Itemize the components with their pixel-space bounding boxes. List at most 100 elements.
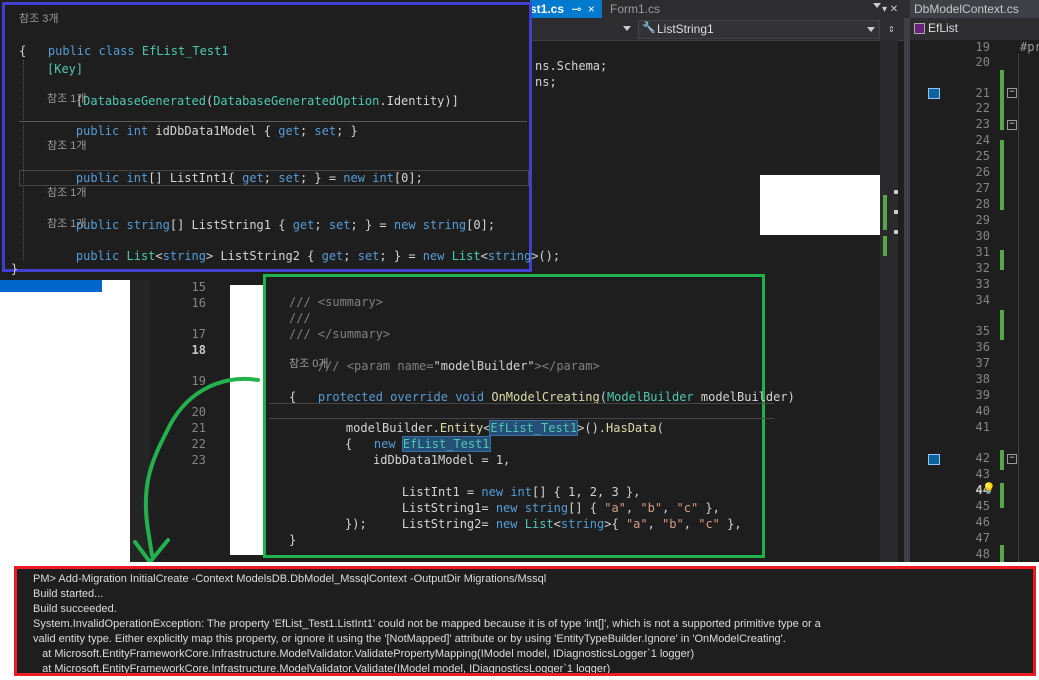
property-liststring2: public List<string> ListString2 { get; s… (75, 249, 561, 263)
code-text: }, (719, 517, 742, 531)
console-output-line: Build succeeded. (33, 603, 117, 615)
separator-line (19, 121, 527, 122)
keyword-public: public (75, 124, 120, 138)
close-brace: } (11, 262, 19, 276)
window-buttons: ▾ ✕ (882, 4, 899, 15)
punct: { (256, 124, 279, 138)
right-line-number: 33 (975, 277, 990, 291)
object-open-brace: { (345, 437, 353, 451)
codelens-references-1[interactable]: 참조 1개 (47, 216, 87, 232)
right-line-number: 19 (975, 40, 990, 54)
code-text: [] ListString1 { (169, 218, 293, 232)
tab-dropdown-icon[interactable] (873, 3, 881, 8)
method-close-brace: } (289, 533, 297, 547)
tab-form1-label: Form1.cs (610, 2, 661, 16)
arrow-stroke (143, 377, 260, 557)
type-string: string (126, 218, 170, 232)
right-line-number: 23 (975, 117, 990, 131)
lightbulb-icon[interactable]: 💡 (982, 482, 996, 495)
string-literal: "c" (698, 517, 720, 531)
codelens-references-3[interactable]: 참조 3개 (19, 11, 59, 27)
line-number: 17 (191, 327, 206, 341)
console-command-line: PM> Add-Migration InitialCreate -Context… (33, 573, 547, 585)
code-text: [0]; (466, 218, 496, 232)
right-line-number: 34 (975, 293, 990, 307)
keyword-set: set (357, 249, 380, 263)
keyword-public: public (75, 249, 120, 263)
codelens-references-1[interactable]: 참조 1개 (47, 185, 87, 201)
close-icon[interactable]: × (588, 2, 595, 16)
class-definition-callout: 참조 3개 public class EfList_Test1 { [Key] … (2, 2, 560, 276)
codelens-icon[interactable] (928, 88, 940, 99)
nav-left-dropdown-arrow[interactable] (623, 26, 631, 31)
type-highlighted: EfList_Test1 (489, 420, 579, 436)
type-string: string (422, 218, 467, 232)
nav-bar: 🔧 ListString1 ⇕ (530, 18, 908, 41)
code-text: ListString2= (401, 517, 496, 531)
change-bar (1000, 450, 1004, 470)
code-text: >(); (531, 249, 561, 263)
right-line-number: 24 (975, 133, 990, 147)
string-literal: "a" (625, 517, 648, 531)
console-output-line: Build started... (33, 588, 104, 600)
open-brace: { (19, 44, 27, 58)
key-attribute: [Key] (47, 62, 84, 76)
xml-doc-text: /// <param name= (317, 359, 434, 373)
right-line-number: 37 (975, 356, 990, 370)
xml-doc-value: "modelBuilder" (433, 359, 535, 373)
right-line-number: 40 (975, 404, 990, 418)
property-iddbdata1model: public int idDbData1Model { get; set; } (75, 124, 358, 138)
right-line-number: 25 (975, 149, 990, 163)
fold-toggle-icon[interactable]: − (1007, 88, 1017, 98)
class-icon (914, 23, 925, 34)
wrench-icon: 🔧 (642, 21, 656, 34)
error-output-callout[interactable]: PM> Add-Migration InitialCreate -Context… (14, 566, 1036, 676)
vertical-scrollbar[interactable] (880, 40, 898, 580)
xml-doc-line: /// (289, 311, 311, 325)
right-line-number: 46 (975, 515, 990, 529)
split-icon[interactable]: ⇕ (888, 22, 895, 35)
codelens-references-1[interactable]: 참조 1개 (47, 91, 87, 107)
right-line-number: 48 (975, 547, 990, 561)
punct: ( (656, 421, 664, 435)
onmodelcreating-callout: /// <summary> /// /// </summary> /// <pa… (263, 274, 795, 558)
codelens-references-0[interactable]: 참조 0개 (289, 356, 329, 372)
keyword-set: set (328, 218, 351, 232)
change-bar (1000, 70, 1004, 130)
param-type: ModelBuilder (606, 390, 694, 404)
console-stacktrace-line: at Microsoft.EntityFrameworkCore.Infrast… (33, 648, 695, 660)
tab-dbmodelcontext[interactable]: DbModelContext.cs (910, 0, 1039, 18)
keyword-override: override (390, 390, 448, 404)
type-list: List (126, 249, 156, 263)
tab-dbmodelcontext-label: DbModelContext.cs (914, 2, 1019, 16)
method-name: OnModelCreating (491, 390, 600, 404)
type-string: string (162, 249, 206, 263)
tab-active-file[interactable]: st1.cs ⊸ × (530, 0, 602, 18)
tab-form1[interactable]: Form1.cs (606, 0, 710, 18)
right-line-number: 36 (975, 340, 990, 354)
punct: < (553, 517, 561, 531)
line-number: 15 (191, 280, 206, 294)
codelens-icon[interactable] (928, 454, 940, 465)
scroll-marker (894, 230, 898, 234)
code-text: > ListString2 { (206, 249, 322, 263)
xml-doc-text: ></param> (534, 359, 600, 373)
scroll-change-marker (883, 195, 887, 230)
right-line-number: 43 (975, 467, 990, 481)
string-literal: "b" (662, 517, 684, 531)
fold-toggle-icon[interactable]: − (1007, 454, 1017, 464)
indent-guide (23, 60, 25, 260)
right-line-number: 38 (975, 372, 990, 386)
fold-toggle-icon[interactable]: − (1007, 120, 1017, 130)
pin-icon[interactable]: ⊸ (571, 2, 581, 16)
codelens-references-1[interactable]: 참조 1개 (47, 138, 87, 154)
attr-arg-type: DatabaseGeneratedOption (213, 94, 380, 108)
member-dropdown[interactable]: 🔧 ListString1 (638, 20, 880, 39)
console-error-line: System.InvalidOperationException: The pr… (33, 618, 821, 630)
code-text: >(). (577, 421, 607, 435)
punct: } (343, 124, 358, 138)
blue-edge (0, 280, 102, 292)
type-list: List (524, 517, 554, 531)
change-bar (1000, 483, 1004, 508)
change-bar (1000, 310, 1004, 340)
